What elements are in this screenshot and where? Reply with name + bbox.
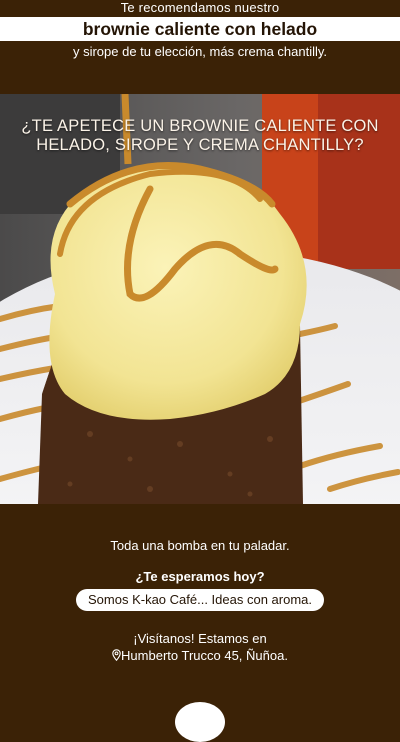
photo-question-overlay: ¿TE APETECE UN BROWNIE CALIENTE CON HELA… — [0, 117, 400, 155]
address-line: Humberto Trucco 45, Ñuñoa. — [0, 648, 400, 664]
question-text: ¿Te esperamos hoy? — [135, 569, 265, 584]
intro-text: Te recomendamos nuestro — [120, 0, 280, 15]
brownie-illustration — [0, 94, 400, 504]
overlay-line-1: ¿TE APETECE UN BROWNIE CALIENTE CON — [21, 117, 379, 135]
subline-text: y sirope de tu elección, más crema chant… — [72, 44, 328, 59]
tagline-text: Toda una bomba en tu paladar. — [110, 538, 290, 553]
overlay-line-2: HELADO, SIROPE Y CREMA CHANTILLY? — [36, 136, 364, 154]
brownie-photo — [0, 94, 400, 504]
headline-text: brownie caliente con helado — [82, 19, 318, 39]
address-text: Humberto Trucco 45, Ñuñoa. — [121, 648, 288, 663]
visit-text: ¡Visítanos! Estamos en — [133, 631, 267, 646]
next-button[interactable] — [175, 702, 225, 742]
brand-text: Somos K-kao Café... Ideas con aroma. — [88, 592, 312, 607]
location-pin-icon — [112, 648, 121, 664]
